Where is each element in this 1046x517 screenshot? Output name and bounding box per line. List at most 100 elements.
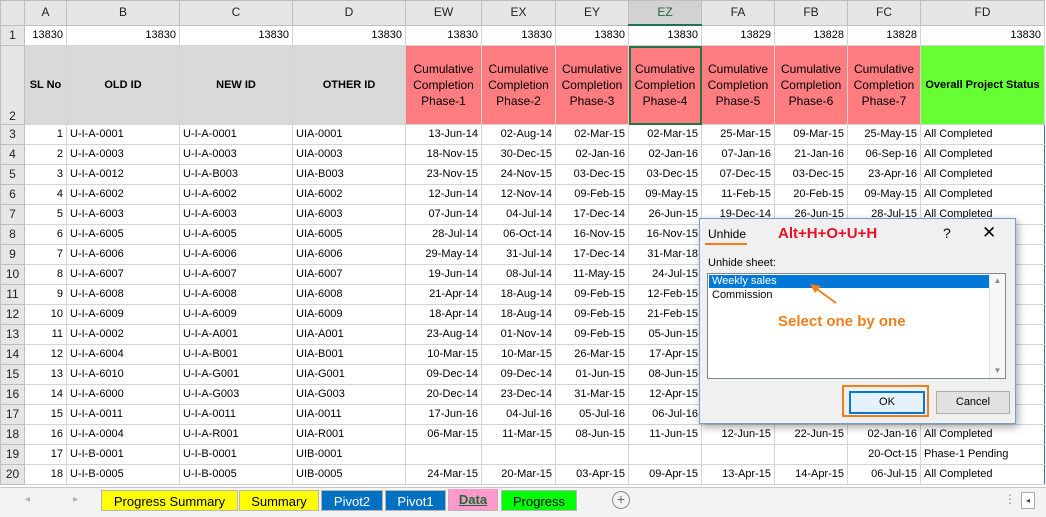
cell[interactable]: 12-Nov-14 bbox=[481, 184, 556, 205]
cell[interactable]: 13830 bbox=[555, 24, 629, 46]
cell[interactable]: 18-Apr-14 bbox=[405, 304, 482, 325]
cell[interactable]: 02-Mar-15 bbox=[628, 124, 702, 145]
cell[interactable]: All Completed bbox=[920, 144, 1045, 165]
row-header[interactable]: 6 bbox=[0, 184, 25, 205]
cell[interactable]: 11-May-15 bbox=[555, 264, 629, 285]
cell[interactable]: 8 bbox=[24, 264, 67, 285]
cell[interactable]: 12-Apr-15 bbox=[628, 384, 702, 405]
cell[interactable]: 11-Mar-15 bbox=[481, 424, 556, 445]
cell[interactable]: 23-Apr-16 bbox=[847, 164, 921, 185]
cell[interactable]: 10-Mar-15 bbox=[405, 344, 482, 365]
cell[interactable]: 7 bbox=[24, 244, 67, 265]
cell[interactable]: 03-Dec-15 bbox=[774, 164, 848, 185]
cell[interactable]: UIA-6007 bbox=[292, 264, 406, 285]
cell[interactable]: UIB-0005 bbox=[292, 464, 406, 485]
cell[interactable]: 26-Mar-15 bbox=[555, 344, 629, 365]
column-header-a[interactable]: A bbox=[24, 0, 67, 26]
header-cell-b[interactable]: OLD ID bbox=[66, 45, 180, 125]
cell[interactable]: 12-Jun-14 bbox=[405, 184, 482, 205]
tab-progress[interactable]: Progress bbox=[501, 490, 577, 511]
header-cell-fc[interactable]: Cumulative Completion Phase-7 bbox=[847, 45, 921, 125]
cell[interactable]: 05-Jun-15 bbox=[628, 324, 702, 345]
tab-nav-next-icon[interactable]: ▸ bbox=[73, 494, 78, 505]
cell[interactable]: 09-May-15 bbox=[628, 184, 702, 205]
cell[interactable] bbox=[555, 444, 629, 465]
cell[interactable]: U-I-A-R001 bbox=[179, 424, 293, 445]
cell[interactable]: 13829 bbox=[701, 24, 775, 46]
row-header[interactable]: 10 bbox=[0, 264, 25, 285]
cell[interactable]: 21-Jan-16 bbox=[774, 144, 848, 165]
cell[interactable]: 10 bbox=[24, 304, 67, 325]
cell[interactable]: U-I-A-0001 bbox=[66, 124, 180, 145]
cell[interactable] bbox=[701, 444, 775, 465]
cell[interactable]: 06-Jul-16 bbox=[628, 404, 702, 425]
cell[interactable]: 21-Apr-14 bbox=[405, 284, 482, 305]
cell[interactable]: U-I-A-6007 bbox=[179, 264, 293, 285]
cell[interactable]: All Completed bbox=[920, 164, 1045, 185]
cell[interactable]: 12-Jun-15 bbox=[701, 424, 775, 445]
cell[interactable]: 03-Dec-15 bbox=[555, 164, 629, 185]
cell[interactable]: U-I-A-6007 bbox=[66, 264, 180, 285]
cell[interactable]: 1 bbox=[24, 124, 67, 145]
cell[interactable]: 25-May-15 bbox=[847, 124, 921, 145]
cell[interactable]: U-I-A-6006 bbox=[66, 244, 180, 265]
cell[interactable]: U-I-A-6000 bbox=[66, 384, 180, 405]
cell[interactable]: 13-Apr-15 bbox=[701, 464, 775, 485]
cell[interactable]: 09-Dec-14 bbox=[405, 364, 482, 385]
cell[interactable]: 15 bbox=[24, 404, 67, 425]
column-header-b[interactable]: B bbox=[66, 0, 180, 26]
tab-nav-prev-icon[interactable]: ◂ bbox=[25, 494, 30, 505]
cell[interactable]: 16-Nov-15 bbox=[555, 224, 629, 245]
row-header[interactable]: 11 bbox=[0, 284, 25, 305]
cell[interactable]: 08-Jul-14 bbox=[481, 264, 556, 285]
column-header-c[interactable]: C bbox=[179, 0, 293, 26]
cell[interactable]: 04-Jul-16 bbox=[481, 404, 556, 425]
cell[interactable]: 13830 bbox=[628, 24, 702, 46]
row-header[interactable]: 7 bbox=[0, 204, 25, 225]
cell[interactable]: 02-Jan-16 bbox=[628, 144, 702, 165]
cell[interactable]: U-I-A-0011 bbox=[66, 404, 180, 425]
row-header[interactable]: 20 bbox=[0, 464, 25, 485]
cell[interactable] bbox=[481, 444, 556, 465]
cell[interactable]: 08-Jun-15 bbox=[555, 424, 629, 445]
cell[interactable]: 09-Feb-15 bbox=[555, 304, 629, 325]
cell[interactable]: U-I-A-0003 bbox=[66, 144, 180, 165]
cell[interactable]: All Completed bbox=[920, 464, 1045, 485]
cell[interactable]: 05-Jul-16 bbox=[555, 404, 629, 425]
cell[interactable]: U-I-A-0002 bbox=[66, 324, 180, 345]
cell[interactable]: U-I-A-0004 bbox=[66, 424, 180, 445]
column-header-d[interactable]: D bbox=[292, 0, 406, 26]
cell[interactable]: 24-Nov-15 bbox=[481, 164, 556, 185]
cell[interactable]: 26-Jun-15 bbox=[628, 204, 702, 225]
tab-data[interactable]: Data bbox=[448, 489, 498, 511]
cell[interactable]: 17-Jun-16 bbox=[405, 404, 482, 425]
cell[interactable]: 5 bbox=[24, 204, 67, 225]
cell[interactable]: U-I-A-6009 bbox=[66, 304, 180, 325]
header-cell-d[interactable]: OTHER ID bbox=[292, 45, 406, 125]
header-cell-fb[interactable]: Cumulative Completion Phase-6 bbox=[774, 45, 848, 125]
cell[interactable]: 13830 bbox=[66, 24, 180, 46]
row-header[interactable]: 17 bbox=[0, 404, 25, 425]
hscroll-left-icon[interactable]: ◂ bbox=[1021, 492, 1035, 509]
cell[interactable]: U-I-A-6006 bbox=[179, 244, 293, 265]
cell[interactable]: All Completed bbox=[920, 124, 1045, 145]
cancel-button[interactable]: Cancel bbox=[936, 391, 1010, 414]
cell[interactable]: 9 bbox=[24, 284, 67, 305]
row-header[interactable]: 5 bbox=[0, 164, 25, 185]
cell[interactable]: 12 bbox=[24, 344, 67, 365]
cell[interactable]: 09-Feb-15 bbox=[555, 324, 629, 345]
cell[interactable]: U-I-A-6004 bbox=[66, 344, 180, 365]
cell[interactable]: UIA-6002 bbox=[292, 184, 406, 205]
tab-summary[interactable]: Summary bbox=[239, 490, 319, 511]
cell[interactable]: 17-Apr-15 bbox=[628, 344, 702, 365]
cell[interactable]: U-I-B-0005 bbox=[66, 464, 180, 485]
row-header[interactable]: 16 bbox=[0, 384, 25, 405]
cell[interactable]: 09-Feb-15 bbox=[555, 284, 629, 305]
row-header[interactable]: 13 bbox=[0, 324, 25, 345]
row-header[interactable]: 2 bbox=[0, 45, 25, 125]
cell[interactable]: 23-Nov-15 bbox=[405, 164, 482, 185]
cell[interactable]: UIA-0001 bbox=[292, 124, 406, 145]
cell[interactable]: 17-Dec-14 bbox=[555, 204, 629, 225]
cell[interactable]: UIA-A001 bbox=[292, 324, 406, 345]
cell[interactable]: 13828 bbox=[847, 24, 921, 46]
